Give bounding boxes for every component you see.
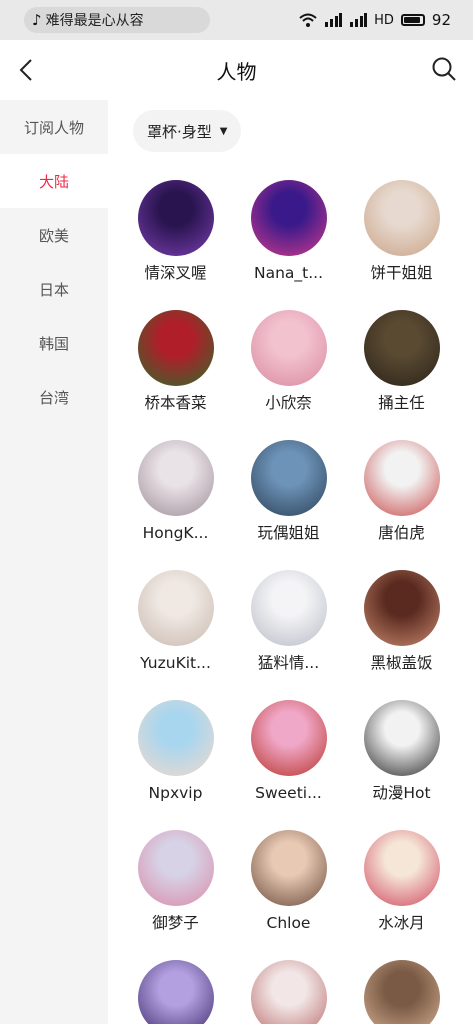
person-name: 动漫Hot [372, 784, 431, 802]
music-pill[interactable]: ♪ 难得最是心从容 [24, 7, 210, 33]
avatar[interactable] [137, 310, 214, 386]
person-item[interactable]: 御梦子 [119, 830, 232, 933]
avatar[interactable] [363, 440, 440, 516]
sidebar-item-subscribed[interactable]: 订阅人物 [0, 100, 108, 154]
person-item[interactable]: 饼干姐姐 [345, 180, 458, 283]
signal-icon [325, 13, 343, 27]
person-name: 水冰月 [378, 914, 425, 932]
person-name: 玩偶姐姐 [257, 524, 320, 542]
person-name: HongK... [142, 524, 209, 542]
person-name: 小欣奈 [265, 394, 312, 412]
person-name: 情深叉喔 [144, 264, 207, 282]
person-name: 猛料情... [257, 654, 320, 672]
battery-icon [400, 14, 425, 26]
person-item[interactable]: Nana_t... [232, 180, 345, 283]
person-item[interactable]: 猛料情... [232, 570, 345, 673]
person-item[interactable]: 桥本香菜 [119, 310, 232, 413]
person-name: 桥本香菜 [144, 394, 207, 412]
signal-icon-2 [350, 13, 368, 27]
person-item[interactable]: 唐伯虎 [345, 440, 458, 543]
avatar[interactable] [250, 180, 327, 256]
filter-dropdown[interactable]: 罩杯·身型 ▼ [133, 110, 242, 152]
avatar[interactable] [363, 700, 440, 776]
person-name: 捅主任 [378, 394, 425, 412]
category-sidebar: 订阅人物 大陆 欧美 日本 韩国 台湾 [0, 100, 108, 1024]
avatar[interactable] [250, 700, 327, 776]
avatar[interactable] [250, 960, 327, 1024]
status-bar: ♪ 难得最是心从容 HD 92 [0, 0, 473, 40]
avatar[interactable] [363, 570, 440, 646]
person-name: Sweeti... [255, 784, 322, 802]
person-item[interactable]: HongK... [119, 440, 232, 543]
avatar[interactable] [363, 960, 440, 1024]
person-item[interactable]: 捅主任 [345, 310, 458, 413]
person-name: Npxvip [148, 784, 203, 802]
search-button[interactable] [429, 54, 459, 84]
person-item[interactable]: Sweeti... [232, 700, 345, 803]
caret-down-icon: ▼ [219, 125, 228, 137]
wifi-icon [299, 13, 317, 27]
person-item[interactable]: Npxvip [119, 700, 232, 803]
network-label: HD [374, 12, 394, 28]
sidebar-item-western[interactable]: 欧美 [0, 208, 108, 262]
avatar[interactable] [137, 700, 214, 776]
people-grid: 情深叉喔 Nana_t... 饼干姐姐桥本香菜 小欣奈 捅主任 HongK... 玩偶姐姐 唐… [119, 180, 459, 1024]
person-item[interactable]: 黑椒盖饭 [345, 570, 458, 673]
sidebar-item-mainland[interactable]: 大陆 [0, 154, 108, 208]
person-item[interactable]: 玩偶姐姐 [232, 440, 345, 543]
page-title: 人物 [216, 60, 257, 84]
avatar[interactable] [137, 570, 214, 646]
sidebar-item-japan[interactable]: 日本 [0, 262, 108, 316]
avatar[interactable] [137, 180, 214, 256]
person-name: YuzuKit... [140, 654, 211, 672]
avatar[interactable] [250, 570, 327, 646]
avatar[interactable] [250, 440, 327, 516]
song-title: 难得最是心从容 [45, 13, 144, 29]
avatar[interactable] [363, 310, 440, 386]
sidebar-item-taiwan[interactable]: 台湾 [0, 370, 108, 424]
person-name: 唐伯虎 [378, 524, 425, 542]
sidebar-item-korea[interactable]: 韩国 [0, 316, 108, 370]
battery-level: 92 [431, 11, 451, 29]
avatar[interactable] [250, 310, 327, 386]
person-item[interactable]: 情深叉喔 [119, 180, 232, 283]
avatar[interactable] [250, 830, 327, 906]
filter-label: 罩杯·身型 [147, 122, 212, 141]
person-item[interactable]: 动漫Hot [345, 700, 458, 803]
person-item[interactable]: Chloe [232, 830, 345, 933]
person-item[interactable]: Yuzukit... [232, 960, 345, 1024]
top-nav: 人物 [0, 40, 473, 100]
person-item[interactable]: YuzuKit... [119, 570, 232, 673]
person-item[interactable]: 小欣奈 [232, 310, 345, 413]
person-name: 御梦子 [152, 914, 199, 932]
music-note-icon: ♪ [32, 11, 42, 29]
avatar[interactable] [137, 830, 214, 906]
avatar[interactable] [137, 440, 214, 516]
person-name: Nana_t... [253, 264, 324, 282]
person-item[interactable]: 鸡教练 [119, 960, 232, 1024]
person-name: 饼干姐姐 [370, 264, 433, 282]
person-name: 黑椒盖饭 [370, 654, 433, 672]
person-name: Chloe [266, 914, 311, 932]
person-item[interactable]: lolijiiiipo [345, 960, 458, 1024]
main-content: 罩杯·身型 ▼ 情深叉喔 Nana_t... 饼干姐姐桥本香菜 小欣奈 捅主任 HongK… [108, 100, 473, 1024]
avatar[interactable] [363, 830, 440, 906]
person-item[interactable]: 水冰月 [345, 830, 458, 933]
status-indicators: HD 92 [299, 8, 451, 32]
avatar[interactable] [363, 180, 440, 256]
search-icon [432, 57, 456, 81]
avatar[interactable] [137, 960, 214, 1024]
